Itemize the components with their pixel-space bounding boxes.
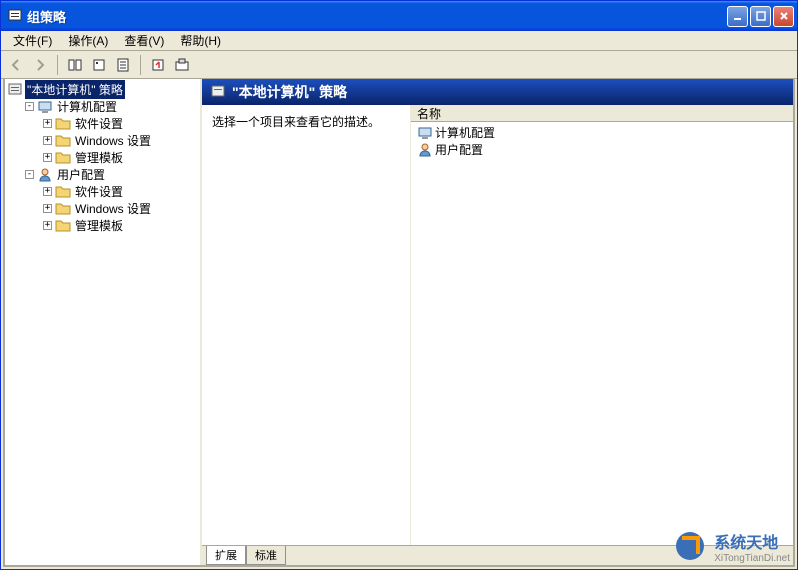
folder-icon <box>55 201 71 217</box>
expand-icon[interactable]: + <box>43 119 52 128</box>
details-header: "本地计算机" 策略 <box>202 79 793 105</box>
forward-button <box>29 54 51 76</box>
list-item-label: 用户配置 <box>435 141 483 158</box>
user-icon <box>417 142 433 158</box>
tab-row: 扩展 标准 <box>202 545 793 565</box>
computer-icon <box>37 99 53 115</box>
menu-file[interactable]: 文件(F) <box>5 30 60 51</box>
menu-help[interactable]: 帮助(H) <box>172 30 229 51</box>
toolbar-btn-5[interactable] <box>171 54 193 76</box>
expand-icon[interactable]: + <box>43 187 52 196</box>
titlebar[interactable]: 组策略 <box>1 1 797 31</box>
user-icon <box>37 167 53 183</box>
tree-panel[interactable]: "本地计算机" 策略 - 计算机配置 +软件设置 +Windows 设置 +管理… <box>5 79 202 565</box>
policy-icon <box>210 84 226 100</box>
folder-icon <box>55 150 71 166</box>
menubar: 文件(F) 操作(A) 查看(V) 帮助(H) <box>1 31 797 51</box>
app-icon <box>7 8 23 24</box>
computer-icon <box>417 125 433 141</box>
toolbar <box>1 51 797 79</box>
list-view[interactable]: 名称 计算机配置 用户配置 <box>410 105 793 545</box>
maximize-button[interactable] <box>750 6 771 27</box>
policy-icon <box>7 82 23 98</box>
list-item[interactable]: 用户配置 <box>413 141 791 158</box>
properties-button[interactable] <box>112 54 134 76</box>
toolbar-btn-1[interactable] <box>64 54 86 76</box>
details-header-text: "本地计算机" 策略 <box>232 82 347 102</box>
collapse-icon[interactable]: - <box>25 170 34 179</box>
toolbar-separator <box>57 55 58 75</box>
expand-icon[interactable]: + <box>43 136 52 145</box>
column-header-name[interactable]: 名称 <box>411 105 793 122</box>
tab-extended[interactable]: 扩展 <box>206 546 246 565</box>
minimize-button[interactable] <box>727 6 748 27</box>
description-text: 选择一个项目来查看它的描述。 <box>212 115 380 129</box>
folder-icon <box>55 218 71 234</box>
details-panel: "本地计算机" 策略 选择一个项目来查看它的描述。 名称 计算机配置 <box>202 79 793 565</box>
toolbar-separator <box>140 55 141 75</box>
toolbar-btn-2[interactable] <box>88 54 110 76</box>
expand-icon[interactable]: + <box>43 153 52 162</box>
menu-view[interactable]: 查看(V) <box>116 30 172 51</box>
expand-icon[interactable]: + <box>43 221 52 230</box>
back-button <box>5 54 27 76</box>
tab-standard[interactable]: 标准 <box>246 546 286 565</box>
export-button[interactable] <box>147 54 169 76</box>
collapse-icon[interactable]: - <box>25 102 34 111</box>
expand-icon[interactable]: + <box>43 204 52 213</box>
tree-admin[interactable]: 管理模板 <box>73 216 125 235</box>
folder-icon <box>55 133 71 149</box>
folder-icon <box>55 184 71 200</box>
list-item-label: 计算机配置 <box>435 124 495 141</box>
titlebar-text: 组策略 <box>27 7 727 26</box>
folder-icon <box>55 116 71 132</box>
close-button[interactable] <box>773 6 794 27</box>
menu-action[interactable]: 操作(A) <box>60 30 116 51</box>
list-item[interactable]: 计算机配置 <box>413 124 791 141</box>
